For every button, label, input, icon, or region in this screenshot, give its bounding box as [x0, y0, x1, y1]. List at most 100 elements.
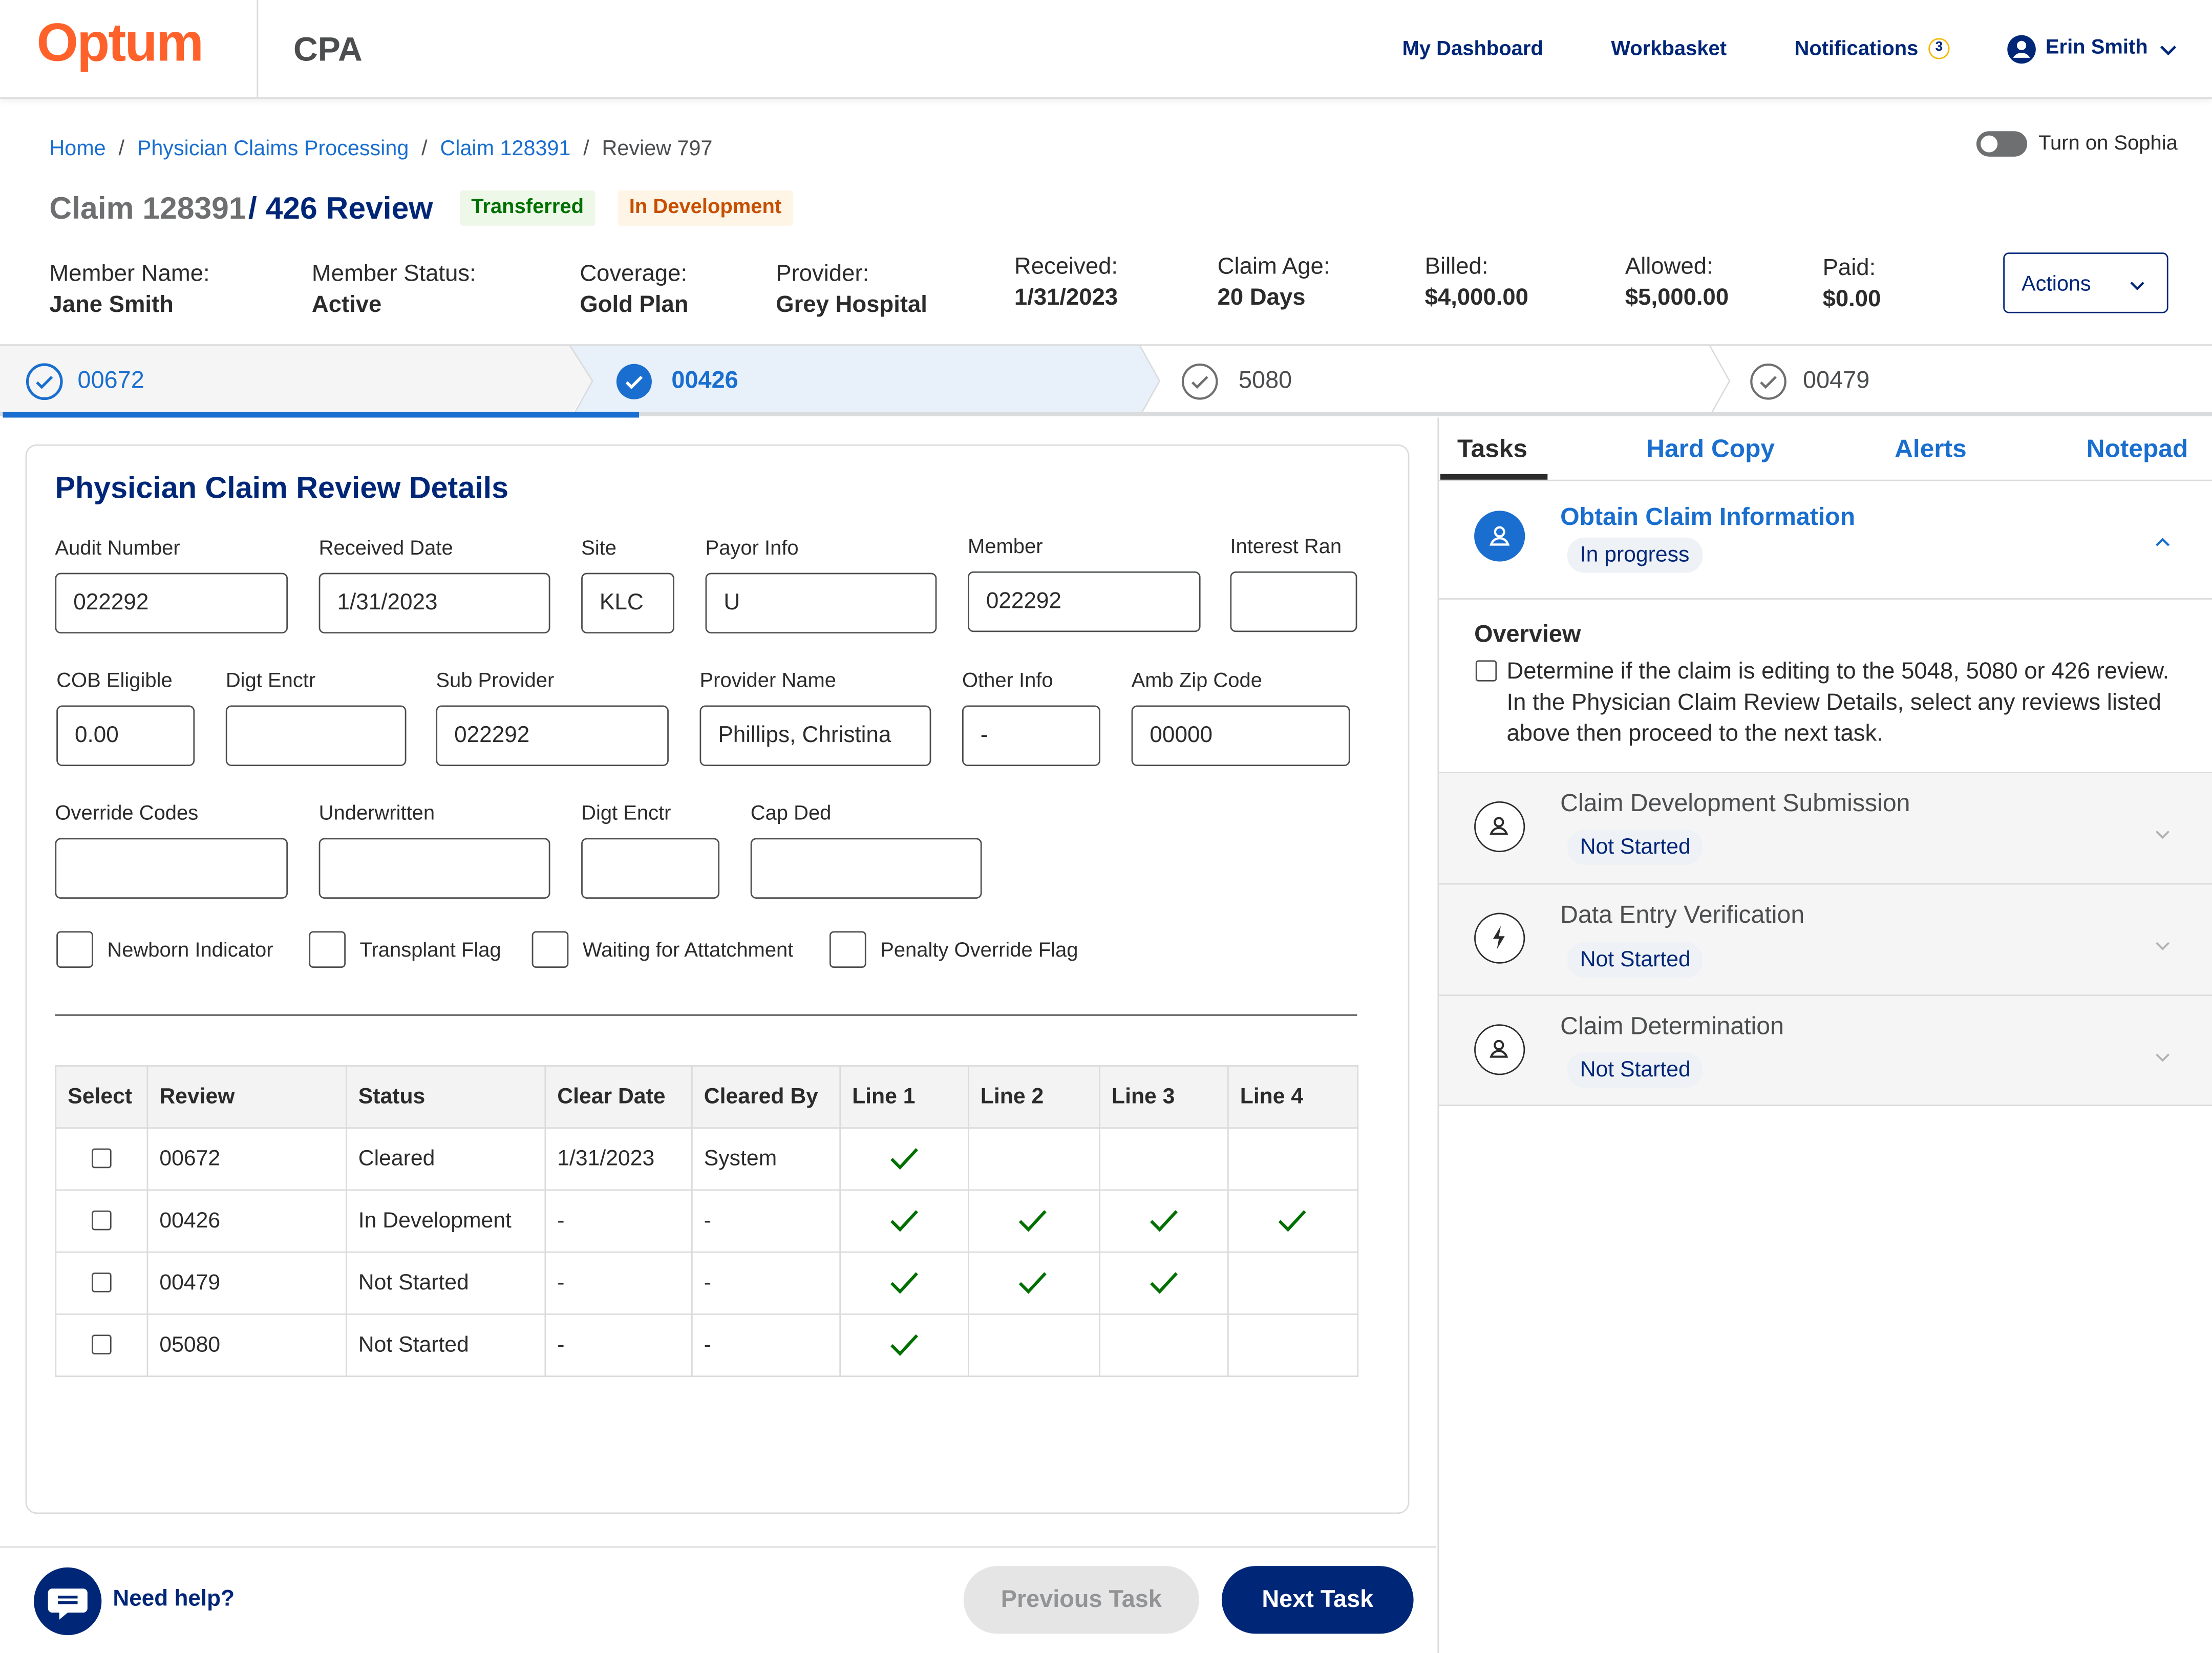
line-1-cell	[839, 1189, 969, 1253]
review-link[interactable]: 00672	[146, 1127, 347, 1191]
stepper-progress-fill	[3, 412, 640, 418]
breadcrumb-physician-claims[interactable]: Physician Claims Processing	[137, 137, 409, 161]
table-row: 00426 In Development - -	[55, 1189, 1359, 1253]
reviews-table: Select Review Status Clear Date Cleared …	[55, 1065, 1359, 1377]
step-00672[interactable]: 00672	[0, 346, 579, 416]
col-line-2: Line 2	[967, 1065, 1100, 1129]
line-4-cell	[1227, 1189, 1359, 1253]
interest-ran-input[interactable]	[1230, 571, 1357, 632]
tab-tasks[interactable]: Tasks	[1457, 435, 1527, 464]
tab-alerts[interactable]: Alerts	[1895, 435, 1967, 464]
underwritten-input[interactable]	[318, 838, 550, 899]
help-chat-button[interactable]	[34, 1567, 102, 1636]
row-select-cell	[55, 1127, 148, 1191]
review-link[interactable]: 00426	[146, 1189, 347, 1253]
optum-logo[interactable]: Optum	[37, 14, 204, 75]
member-input[interactable]: 022292	[967, 571, 1201, 632]
table-header-row: Select Review Status Clear Date Cleared …	[55, 1065, 1359, 1129]
received-date-input[interactable]: 1/31/2023	[318, 573, 550, 634]
line-4-cell	[1227, 1313, 1359, 1377]
tab-notepad[interactable]: Notepad	[2087, 435, 2188, 464]
chevron-down-icon[interactable]	[2153, 936, 2173, 956]
row-select-checkbox[interactable]	[92, 1149, 112, 1169]
info-allowed: Allowed: $5,000.00	[1625, 253, 1729, 311]
checkmark-icon	[1150, 1211, 1178, 1233]
amb-zip-code-input[interactable]: 00000	[1131, 705, 1350, 767]
chevron-down-icon[interactable]	[2157, 38, 2180, 60]
active-tab-indicator	[1440, 474, 1548, 480]
person-icon	[1474, 1024, 1525, 1075]
penalty-override-flag-checkbox[interactable]	[829, 931, 866, 968]
actions-dropdown[interactable]: Actions	[2003, 252, 2168, 313]
step-00479[interactable]: 00479	[1721, 346, 2212, 416]
chevron-down-icon[interactable]	[2153, 1047, 2173, 1067]
status-cell: Cleared	[345, 1127, 546, 1191]
task-claim-determination[interactable]: Claim Determination Not Started	[1439, 996, 2212, 1106]
need-help-link[interactable]: Need help?	[113, 1587, 235, 1613]
check-circle-icon	[1181, 363, 1218, 400]
nav-workbasket[interactable]: Workbasket	[1611, 38, 1727, 60]
chevron-up-icon[interactable]	[2153, 532, 2173, 552]
task-data-entry-verification[interactable]: Data Entry Verification Not Started	[1439, 884, 2212, 997]
breadcrumb-home[interactable]: Home	[49, 137, 105, 161]
newborn-indicator-checkbox[interactable]	[56, 931, 93, 968]
status-badge-in-development: In Development	[618, 190, 793, 226]
check-circle-filled-icon	[616, 364, 652, 399]
payor-info-label: Payor Info	[705, 537, 799, 560]
clear-date-cell: 1/31/2023	[544, 1127, 693, 1191]
waiting-for-attachment-label: Waiting for Attatchment	[582, 939, 794, 962]
digt-enctr-input[interactable]	[225, 705, 407, 767]
line-2-cell	[967, 1127, 1100, 1191]
site-input[interactable]: KLC	[581, 573, 674, 634]
row-select-checkbox[interactable]	[92, 1211, 112, 1231]
user-avatar-icon[interactable]	[2006, 34, 2037, 65]
checkmark-icon	[890, 1149, 919, 1171]
col-line-3: Line 3	[1099, 1065, 1229, 1129]
waiting-for-attachment-checkbox[interactable]	[531, 931, 569, 968]
clear-date-cell: -	[544, 1189, 693, 1253]
review-stepper: 00672 00426 5080 00479	[0, 344, 2212, 418]
row-select-checkbox[interactable]	[92, 1335, 112, 1355]
amb-zip-code-label: Amb Zip Code	[1131, 670, 1262, 693]
checkmark-icon	[890, 1211, 919, 1233]
sophia-toggle[interactable]	[1976, 131, 2028, 157]
col-clear-date: Clear Date	[544, 1065, 693, 1129]
line-3-cell	[1099, 1127, 1229, 1191]
chevron-down-icon[interactable]	[2153, 824, 2173, 844]
app-name: CPA	[293, 31, 363, 69]
step-00426[interactable]: 00426	[579, 346, 1150, 416]
provider-name-input[interactable]: Phillips, Christina	[699, 705, 931, 767]
digt-enctr-label: Digt Enctr	[225, 670, 316, 693]
next-task-button[interactable]: Next Task	[1221, 1566, 1414, 1634]
override-codes-input[interactable]	[55, 838, 288, 899]
breadcrumb-claim[interactable]: Claim 128391	[440, 137, 570, 161]
row-select-checkbox[interactable]	[92, 1273, 112, 1293]
review-link[interactable]: 05080	[146, 1313, 347, 1377]
task-obtain-claim-information[interactable]: Obtain Claim Information In progress	[1439, 481, 2212, 600]
digt-enctr-2-input[interactable]	[581, 838, 720, 899]
previous-task-button[interactable]: Previous Task	[963, 1566, 1199, 1634]
override-codes-label: Override Codes	[55, 802, 199, 825]
nav-notifications[interactable]: Notifications	[1794, 38, 1918, 60]
sub-provider-input[interactable]: 022292	[436, 705, 669, 767]
other-info-input[interactable]: -	[962, 705, 1100, 767]
user-name[interactable]: Erin Smith	[2046, 37, 2148, 59]
overview-text: Determine if the claim is editing to the…	[1506, 659, 2170, 747]
lightning-icon	[1474, 913, 1525, 964]
step-5080[interactable]: 5080	[1150, 346, 1721, 416]
cob-eligible-input[interactable]: 0.00	[56, 705, 195, 767]
row-select-cell	[55, 1251, 148, 1315]
review-link[interactable]: 00479	[146, 1251, 347, 1315]
cleared-by-cell: -	[691, 1189, 841, 1253]
task-claim-development-submission[interactable]: Claim Development Submission Not Started	[1439, 773, 2212, 885]
chevron-down-icon	[2130, 282, 2144, 290]
payor-info-input[interactable]: U	[705, 573, 937, 634]
cap-ded-input[interactable]	[750, 838, 982, 899]
checkmark-icon	[890, 1273, 919, 1295]
nav-my-dashboard[interactable]: My Dashboard	[1402, 38, 1543, 60]
transplant-flag-checkbox[interactable]	[309, 931, 346, 968]
tab-hard-copy[interactable]: Hard Copy	[1646, 435, 1775, 464]
overview-checkbox[interactable]	[1475, 660, 1497, 682]
audit-number-input[interactable]: 022292	[55, 573, 288, 634]
underwritten-label: Underwritten	[318, 802, 435, 825]
